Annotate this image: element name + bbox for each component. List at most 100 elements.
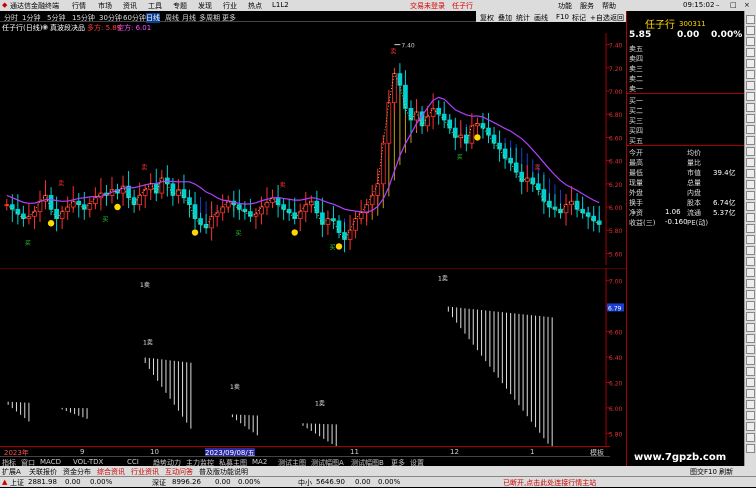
tool-icon[interactable]	[746, 37, 755, 46]
toolbar-item[interactable]: 返回	[610, 13, 624, 23]
tool-icon[interactable]	[746, 345, 755, 354]
tool-icon[interactable]	[746, 422, 755, 431]
menu-item[interactable]: 热点	[248, 1, 262, 11]
tab-timeframe[interactable]: 60分钟	[123, 13, 146, 23]
tab-timeframe[interactable]: 5分钟	[47, 13, 65, 23]
tab-timeframe-selected[interactable]: 日线	[146, 13, 160, 23]
menu-item[interactable]: 资讯	[123, 1, 137, 11]
menu-item[interactable]: 行业	[223, 1, 237, 11]
tab-timeframe[interactable]: 15分钟	[72, 13, 95, 23]
tool-icon[interactable]	[746, 235, 755, 244]
tool-icon[interactable]	[746, 26, 755, 35]
toolbar-item[interactable]: 统计	[516, 13, 530, 23]
tool-icon[interactable]	[746, 301, 755, 310]
tool-icon[interactable]	[746, 114, 755, 123]
menu-item[interactable]: 专题	[173, 1, 187, 11]
tool-icon[interactable]	[746, 213, 755, 222]
tool-icon[interactable]	[746, 356, 755, 365]
sub-tick-label: 6.00	[609, 406, 623, 413]
tool-icon[interactable]	[746, 169, 755, 178]
candle-body	[403, 84, 408, 109]
last-price: 5.85	[629, 30, 652, 40]
tool-icon[interactable]	[746, 268, 755, 277]
tool-icon[interactable]	[746, 70, 755, 79]
toolbar-item[interactable]: F10	[556, 13, 569, 21]
toolbar-item[interactable]: 叠加	[498, 13, 512, 23]
tool-icon[interactable]	[746, 323, 755, 332]
tool-icon[interactable]	[746, 279, 755, 288]
tool-icon[interactable]	[746, 92, 755, 101]
signal-label: 卖	[141, 164, 147, 171]
tool-icon[interactable]	[746, 389, 755, 398]
tool-icon[interactable]	[746, 147, 755, 156]
menu-item[interactable]: 帮助	[602, 1, 616, 11]
close-icon[interactable]: ×	[744, 1, 750, 9]
high-label: 7.40	[401, 43, 415, 50]
tool-icon[interactable]	[746, 202, 755, 211]
index-pct: 0.00%	[238, 478, 261, 486]
tool-icon[interactable]	[746, 59, 755, 68]
tool-icon[interactable]	[746, 246, 755, 255]
up-arrow-icon: ▲	[2, 478, 8, 486]
tool-icon[interactable]	[746, 103, 755, 112]
price-tick-label: 7.00	[609, 89, 623, 96]
tool-icon[interactable]	[746, 433, 755, 442]
menu-item[interactable]: 工具	[148, 1, 162, 11]
toolbar-item[interactable]: +自选	[590, 13, 610, 23]
tab-timeframe[interactable]: 周线	[165, 13, 179, 23]
toolbar-item[interactable]: 标记	[572, 13, 586, 23]
tool-icon[interactable]	[746, 136, 755, 145]
sub-indicator-chart[interactable]: 7.006.806.606.406.206.005.806.791卖1卖1卖1卖…	[0, 268, 626, 446]
indicator-tab[interactable]: MACD	[40, 458, 61, 466]
tool-icon[interactable]	[746, 224, 755, 233]
candle-body	[81, 204, 87, 210]
signal-label: 卖	[280, 182, 286, 189]
tab-timeframe[interactable]: 1分钟	[22, 13, 40, 23]
maximize-icon[interactable]: □	[730, 1, 737, 9]
login-status[interactable]: 交易未登录	[410, 1, 445, 11]
menu-item[interactable]: L1L2	[272, 1, 289, 9]
candle-body	[297, 211, 303, 219]
tool-icon[interactable]	[746, 125, 755, 134]
menu-item[interactable]: 服务	[580, 1, 594, 11]
tab-timeframe[interactable]: 分时	[4, 13, 18, 23]
candle-body	[275, 197, 281, 206]
candle-body	[342, 232, 347, 240]
candle-body	[369, 194, 375, 206]
tab-timeframe[interactable]: 更多	[222, 13, 236, 23]
candle-body	[547, 200, 552, 208]
tool-icon[interactable]	[746, 411, 755, 420]
toolbar-item[interactable]: 复权	[480, 13, 494, 23]
menu-item[interactable]: 功能	[558, 1, 572, 11]
menu-item[interactable]: 发现	[198, 1, 212, 11]
tool-icon[interactable]	[746, 15, 755, 24]
candle-body	[414, 111, 419, 121]
main-kline-chart[interactable]: 7.40 7.20 7.00 6.80 6.60 6.40 6.20 6.00 5.80 5.60…	[0, 33, 626, 265]
tab-timeframe[interactable]: 多周期	[199, 13, 220, 23]
minimize-icon[interactable]: –	[716, 1, 720, 9]
tool-icon[interactable]	[746, 334, 755, 343]
indicator-tab[interactable]: MA2	[252, 458, 267, 466]
tab-timeframe[interactable]: 30分钟	[99, 13, 122, 23]
tool-icon[interactable]	[746, 378, 755, 387]
tool-icon[interactable]	[746, 81, 755, 90]
tool-icon[interactable]	[746, 290, 755, 299]
indicator-tab[interactable]: CCI	[127, 458, 139, 466]
tab-timeframe[interactable]: 月线	[182, 13, 196, 23]
toolbar-item[interactable]: 画线	[534, 13, 548, 23]
tool-icon[interactable]	[746, 367, 755, 376]
candle-body	[264, 201, 270, 208]
menu-item[interactable]: 市场	[98, 1, 112, 11]
price-tick-label: 6.40	[609, 159, 623, 166]
tool-icon[interactable]	[746, 312, 755, 321]
tool-icon[interactable]	[746, 257, 755, 266]
indicator-tab[interactable]: VOL-TDX	[73, 458, 103, 466]
menu-item[interactable]: 行情	[72, 1, 86, 11]
tool-icon[interactable]	[746, 158, 755, 167]
tool-icon[interactable]	[746, 191, 755, 200]
tool-icon[interactable]	[746, 400, 755, 409]
tool-icon[interactable]	[746, 444, 755, 453]
tool-icon[interactable]	[746, 180, 755, 189]
candle-body	[181, 189, 187, 199]
tool-icon[interactable]	[746, 48, 755, 57]
